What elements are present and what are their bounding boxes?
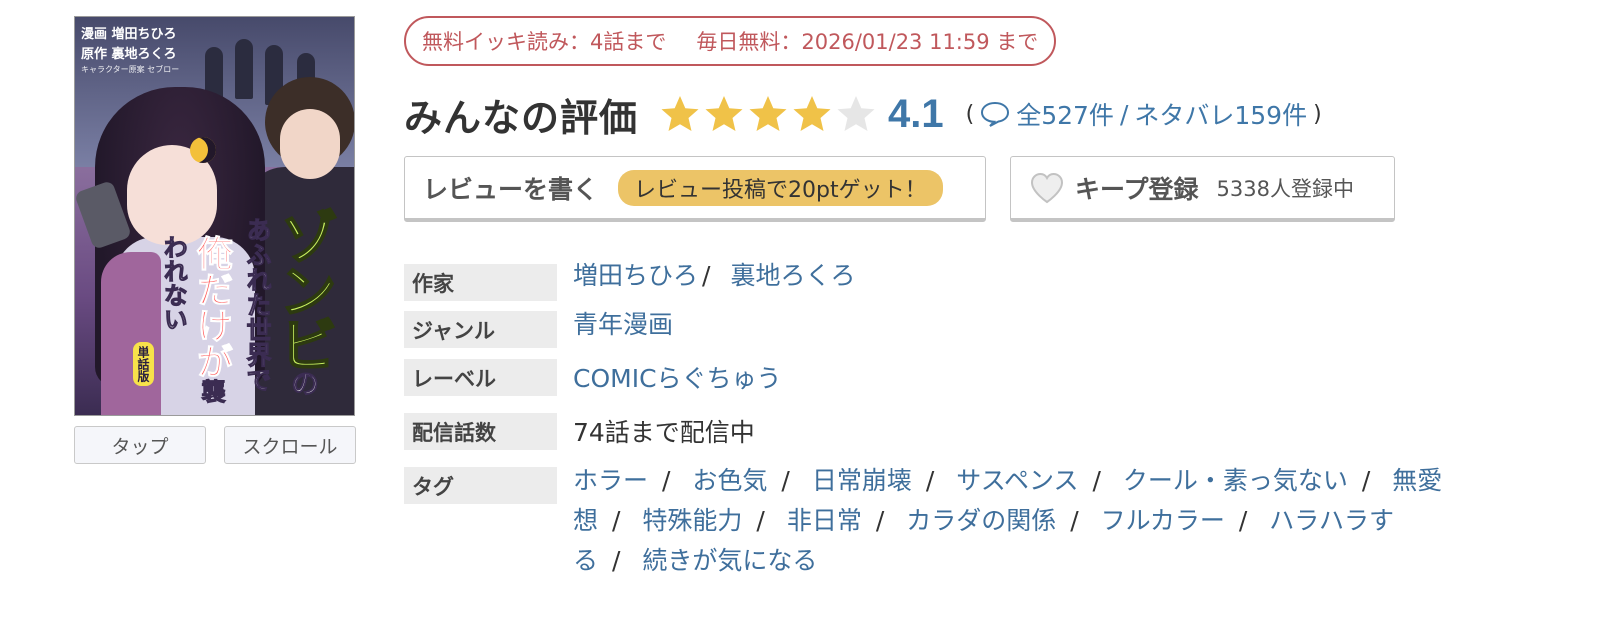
genre-link[interactable]: 青年漫画	[573, 310, 673, 339]
rating-title: みんなの評価	[404, 95, 639, 140]
publisher-label-link[interactable]: COMICらぐちゅう	[573, 364, 782, 393]
cover-credit-artist: 漫画 増田ちひろ	[81, 27, 177, 42]
info-row-genre: ジャンル 青年漫画	[404, 310, 673, 348]
write-review-button[interactable]: レビューを書く レビュー投稿で20ptゲット！	[404, 156, 986, 222]
cover-boy-face	[280, 109, 340, 179]
tag-link[interactable]: ホラー	[573, 466, 648, 495]
tag-link[interactable]: 特殊能力	[642, 506, 742, 535]
star-rating	[660, 94, 876, 134]
star-filled-icon	[749, 96, 787, 131]
label-value: COMICらぐちゅう	[573, 359, 782, 399]
tag-separator: /	[662, 466, 671, 495]
tag-separator: /	[1238, 506, 1248, 535]
keep-register-button[interactable]: キープ登録 5338人登録中	[1010, 156, 1395, 222]
rating-score: 4.1	[888, 91, 944, 136]
tag-link[interactable]: カラダの関係	[906, 506, 1056, 535]
speech-bubble-icon	[981, 101, 1010, 127]
episodes-value: 74話まで配信中	[573, 418, 755, 447]
tag-link[interactable]: フルカラー	[1101, 506, 1225, 535]
tag-separator: /	[781, 466, 790, 495]
tag-link[interactable]: サスペンス	[956, 466, 1078, 495]
close-paren: )	[1313, 101, 1322, 127]
tag-separator: /	[612, 506, 621, 535]
author-label: 作家	[404, 264, 557, 301]
info-row-episodes: 配信話数 74話まで配信中	[404, 413, 755, 453]
review-bonus-badge: レビュー投稿で20ptゲット！	[618, 169, 943, 206]
tag-link[interactable]: お色気	[692, 466, 767, 495]
cover-edition-badge: 単話版	[133, 342, 154, 386]
open-paren: (	[965, 101, 975, 127]
author-separator: /	[702, 261, 711, 290]
info-row-author: 作家 増田ちひろ / 裏地ろくろ	[404, 261, 855, 301]
cover-view-mode-buttons: タップ スクロール	[74, 426, 356, 466]
write-review-label: レビューを書く	[423, 174, 599, 204]
comic-cover-image[interactable]: 漫画 増田ちひろ 原作 裏地ろくろ キャラクター原案 セブロー ゾンビの あふれ…	[74, 16, 355, 416]
cover-title-emph: 俺だけが襲われない	[159, 235, 233, 404]
cover-girl-jacket	[101, 252, 161, 415]
tap-mode-button[interactable]: タップ	[74, 426, 206, 464]
tag-separator: /	[875, 506, 885, 535]
cover-title-main: ゾンビの	[268, 206, 338, 394]
tag-separator: /	[1361, 466, 1371, 495]
cover-zombie	[235, 39, 253, 99]
label-label: レーベル	[404, 359, 557, 396]
author-link[interactable]: 裏地ろくろ	[730, 261, 855, 290]
tag-link[interactable]: 続きが気になる	[642, 546, 817, 575]
author-link[interactable]: 増田ちひろ	[573, 261, 698, 290]
tag-separator: /	[925, 466, 935, 495]
daily-free-text: 毎日無料：2026/01/23 11:59 まで	[696, 30, 1039, 54]
rating-summary: みんなの評価 4.1 ( 全527件 / ネタバレ159件 )	[404, 82, 1322, 146]
spoiler-reviews-link[interactable]: ネタバレ159件	[1134, 96, 1307, 132]
keep-count: 5338人登録中	[1216, 176, 1354, 201]
star-empty-icon	[837, 96, 875, 131]
all-reviews-link[interactable]: 全527件	[1016, 96, 1114, 132]
star-filled-icon	[793, 96, 831, 131]
tag-separator: /	[1070, 506, 1079, 535]
keep-label: キープ登録	[1075, 174, 1199, 204]
tag-list: ホラー / お色気 / 日常崩壊 / サスペンス / クール・素っ気ない / 無愛想 / 特…	[573, 461, 1443, 581]
cover-credits: 漫画 増田ちひろ 原作 裏地ろくろ キャラクター原案 セブロー	[81, 25, 179, 75]
cover-credit-character: キャラクター原案 セブロー	[81, 65, 180, 74]
star-filled-icon	[705, 96, 743, 131]
heart-icon	[1030, 172, 1064, 203]
tag-separator: /	[756, 506, 765, 535]
info-row-tags: タグ ホラー / お色気 / 日常崩壊 / サスペンス / クール・素っ気ない / 無愛想…	[404, 466, 1443, 581]
cover-credit-writer: 原作 裏地ろくろ	[81, 47, 177, 62]
author-list: 増田ちひろ / 裏地ろくろ	[573, 256, 855, 301]
scroll-mode-button[interactable]: スクロール	[224, 426, 356, 464]
cover-moon-hairpin	[190, 137, 216, 163]
tag-separator: /	[612, 546, 621, 575]
info-row-label: レーベル COMICらぐちゅう	[404, 359, 782, 399]
tag-link[interactable]: クール・素っ気ない	[1123, 466, 1348, 495]
tag-link[interactable]: 日常崩壊	[812, 466, 912, 495]
star-filled-icon	[661, 96, 699, 131]
genre-value: 青年漫画	[573, 305, 673, 348]
free-reading-badge: 無料イッキ読み：4話まで 毎日無料：2026/01/23 11:59 まで	[404, 16, 1057, 66]
cover-title-sub: あふれた世界で	[242, 217, 272, 393]
binge-free-text: 無料イッキ読み：4話まで	[422, 30, 667, 54]
genre-label: ジャンル	[404, 311, 557, 348]
episodes-label: 配信話数	[404, 413, 557, 450]
review-count-separator: /	[1119, 99, 1129, 129]
review-counts: ( 全527件 / ネタバレ159件 )	[966, 96, 1322, 132]
tag-link[interactable]: 非日常	[787, 506, 862, 535]
tag-separator: /	[1092, 466, 1101, 495]
tags-label: タグ	[404, 467, 557, 504]
